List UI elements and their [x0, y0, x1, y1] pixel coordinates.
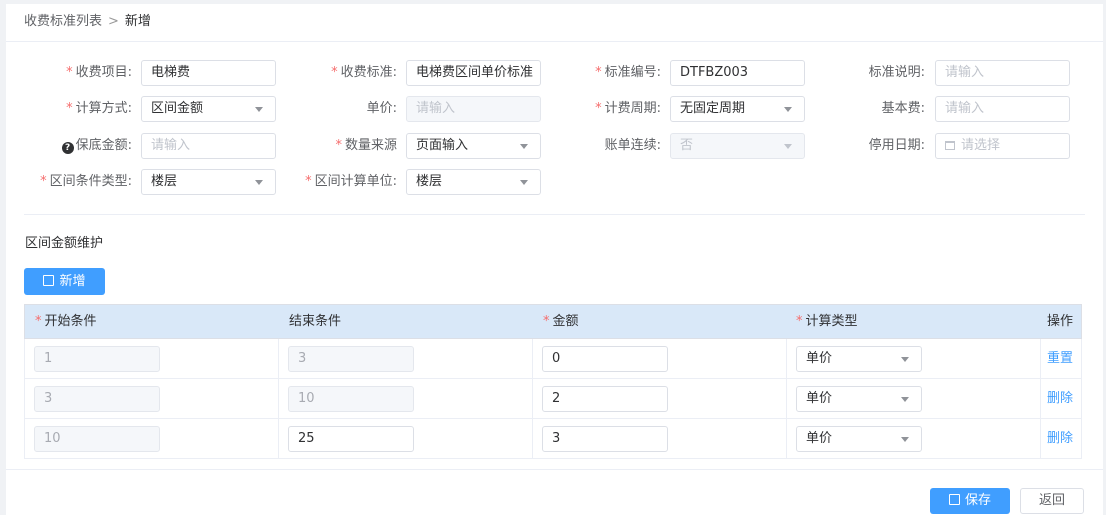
header-end: 结束条件 — [289, 314, 342, 329]
qty-source-label: * 数量来源 — [335, 138, 397, 153]
help-icon[interactable]: ? — [61, 142, 74, 154]
col-divider — [786, 379, 787, 418]
calc-method-select[interactable]: 区间金额 — [141, 96, 276, 122]
interval-cond-type-select[interactable]: 楼层 — [141, 169, 276, 195]
chevron-down-icon — [901, 437, 909, 442]
chevron-down-icon — [520, 180, 528, 185]
billing-cycle-label: * 计费周期: — [595, 101, 661, 116]
qty-source-select[interactable]: 页面输入 — [406, 133, 541, 159]
calc-type-select[interactable]: 单价 — [796, 346, 922, 372]
col-divider — [1040, 339, 1041, 378]
min-amount-label: ? 保底金额: — [46, 133, 132, 159]
breadcrumb-parent[interactable]: 收费标准列表 — [24, 14, 102, 29]
col-divider — [532, 339, 533, 378]
table-row: 3 10 2 单价 删除 — [24, 379, 1082, 419]
col-divider — [532, 379, 533, 418]
form-divider — [24, 214, 1085, 215]
col-divider — [786, 419, 787, 458]
delete-link[interactable]: 删除 — [1047, 419, 1073, 459]
standard-desc-label: 标准说明: — [868, 65, 925, 80]
table-header: * 开始条件 结束条件 * 金额 * 计算类型 操作 — [24, 304, 1082, 339]
fee-item-label: * 收费项目: — [66, 65, 132, 80]
header-op: 操作 — [1047, 314, 1074, 329]
amount-cell-input[interactable]: 3 — [542, 426, 668, 452]
col-divider — [1040, 419, 1041, 458]
end-cell-input[interactable]: 3 — [288, 346, 414, 372]
breadcrumb-separator: > — [108, 14, 119, 29]
bill-continuous-select[interactable]: 否 — [670, 133, 805, 159]
interval-calc-unit-select[interactable]: 楼层 — [406, 169, 541, 195]
save-icon — [948, 494, 960, 505]
footer-divider — [6, 469, 1103, 470]
calc-type-select[interactable]: 单价 — [796, 386, 922, 412]
header-amount: * 金额 — [543, 314, 579, 329]
calendar-icon — [945, 141, 955, 150]
amount-cell-input[interactable]: 2 — [542, 386, 668, 412]
delete-link[interactable]: 删除 — [1047, 379, 1073, 419]
header-start: * 开始条件 — [35, 314, 97, 329]
save-button[interactable]: 保存 — [930, 488, 1010, 514]
reset-link[interactable]: 重置 — [1047, 339, 1073, 379]
start-cell-input[interactable]: 3 — [34, 386, 160, 412]
calc-type-select[interactable]: 单价 — [796, 426, 922, 452]
chevron-down-icon — [255, 107, 263, 112]
interval-cond-type-label: * 区间条件类型: — [40, 174, 132, 189]
amount-cell-input[interactable]: 0 — [542, 346, 668, 372]
back-button[interactable]: 返回 — [1020, 488, 1084, 514]
header-calc-type: * 计算类型 — [796, 314, 858, 329]
billing-cycle-select[interactable]: 无固定周期 — [670, 96, 805, 122]
standard-code-label: * 标准编号: — [595, 65, 661, 80]
table-row: 1 3 0 单价 重置 — [24, 339, 1082, 379]
fee-item-input[interactable]: 电梯费 — [141, 60, 276, 86]
fee-standard-input[interactable]: 电梯费区间单价标准 — [406, 60, 541, 86]
base-fee-label: 基本费: — [881, 101, 925, 116]
standard-desc-input[interactable]: 请输入 — [935, 60, 1070, 86]
fee-standard-label: * 收费标准: — [331, 65, 397, 80]
breadcrumb-current: 新增 — [124, 14, 151, 29]
header-divider — [6, 41, 1103, 42]
standard-code-input[interactable]: DTFBZ003 — [670, 60, 805, 86]
chevron-down-icon — [255, 180, 263, 185]
start-cell-input[interactable]: 1 — [34, 346, 160, 372]
col-divider — [786, 339, 787, 378]
start-cell-input[interactable]: 10 — [34, 426, 160, 452]
unit-price-input[interactable]: 请输入 — [406, 96, 541, 122]
col-divider — [278, 379, 279, 418]
stop-date-label: 停用日期: — [868, 138, 925, 153]
end-cell-input[interactable]: 25 — [288, 426, 414, 452]
col-divider — [532, 419, 533, 458]
col-divider — [1040, 379, 1041, 418]
table-row: 10 25 3 单价 删除 — [24, 419, 1082, 459]
section-title: 区间金额维护 — [25, 236, 104, 251]
calc-method-label: * 计算方式: — [66, 101, 132, 116]
col-divider — [278, 419, 279, 458]
add-icon — [43, 275, 55, 286]
col-divider — [278, 339, 279, 378]
breadcrumb: 收费标准列表 > 新增 — [24, 4, 151, 42]
end-cell-input[interactable]: 10 — [288, 386, 414, 412]
chevron-down-icon — [520, 144, 528, 149]
chevron-down-icon — [784, 144, 792, 149]
bill-continuous-label: 账单连续: — [604, 138, 661, 153]
add-row-button[interactable]: 新增 — [24, 268, 105, 295]
chevron-down-icon — [901, 397, 909, 402]
unit-price-label: 单价: — [366, 101, 397, 116]
stop-date-picker[interactable]: 请选择 — [935, 133, 1070, 159]
interval-calc-unit-label: * 区间计算单位: — [305, 174, 397, 189]
base-fee-input[interactable]: 请输入 — [935, 96, 1070, 122]
min-amount-input[interactable]: 请输入 — [141, 133, 276, 159]
main-panel: 收费标准列表 > 新增 * 收费项目: 电梯费 * 收费标准: 电梯费区间单价标准 * 标… — [6, 4, 1103, 515]
chevron-down-icon — [784, 107, 792, 112]
chevron-down-icon — [901, 357, 909, 362]
